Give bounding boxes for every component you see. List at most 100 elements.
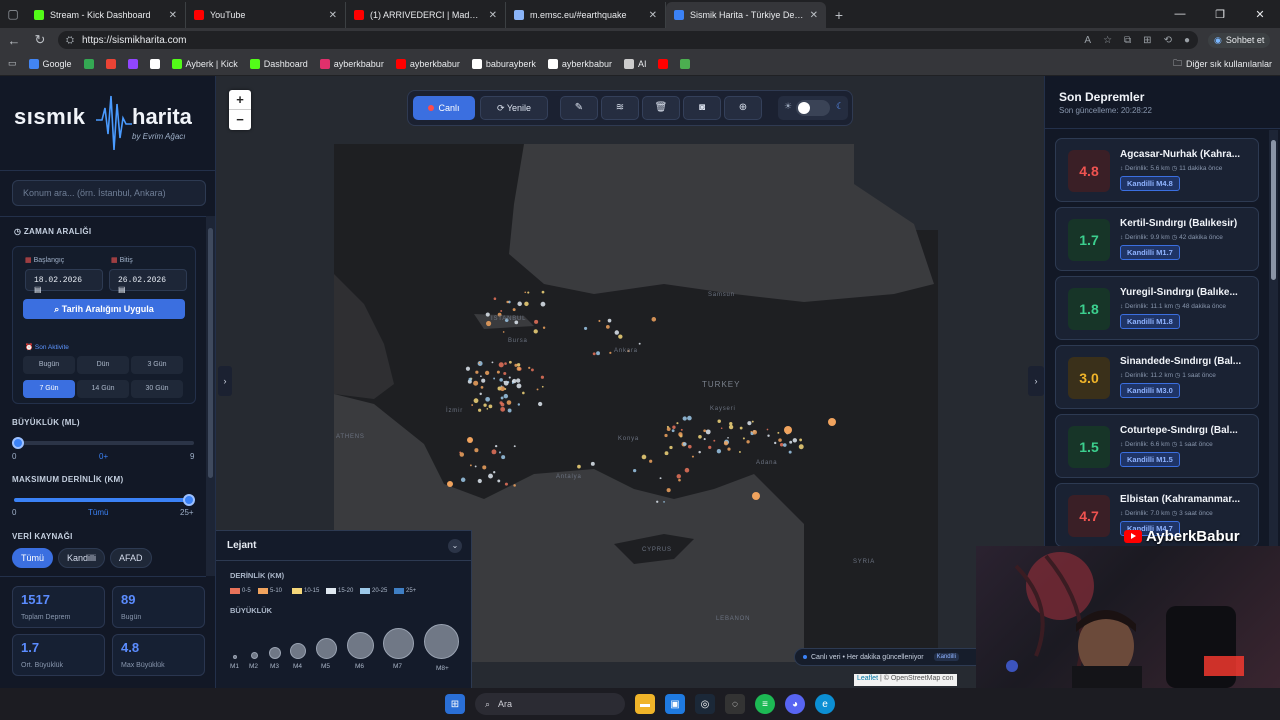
earthquake-marker[interactable]: [478, 408, 482, 412]
earthquake-marker[interactable]: [687, 444, 692, 449]
earthquake-marker[interactable]: [482, 465, 487, 470]
close-window-icon[interactable]: ✕: [1240, 0, 1280, 28]
source-badge[interactable]: Kandilli M1.7: [1120, 245, 1180, 260]
bookmark-item[interactable]: ayberkbabur: [547, 58, 612, 69]
earthquake-marker[interactable]: [727, 436, 729, 439]
tab-close-icon[interactable]: ✕: [489, 10, 497, 21]
photos-icon[interactable]: ▣: [665, 694, 685, 714]
earthquake-marker[interactable]: [607, 318, 612, 323]
earthquake-marker[interactable]: [666, 425, 669, 428]
quick-range-button[interactable]: 3 Gün: [131, 356, 183, 374]
earthquake-marker[interactable]: [678, 478, 681, 482]
earthquake-marker[interactable]: [664, 451, 669, 456]
earthquake-marker[interactable]: [465, 366, 471, 371]
earthquake-marker[interactable]: [792, 438, 798, 443]
earthquake-marker[interactable]: [729, 421, 733, 426]
data-source-option[interactable]: Kandilli: [58, 548, 106, 568]
earthquake-marker[interactable]: [542, 326, 546, 329]
earthquake-marker[interactable]: [698, 450, 701, 454]
earthquake-marker[interactable]: [676, 474, 682, 479]
earthquake-card[interactable]: 1.7 Kertil-Sındırgı (Balıkesir) ↕ Derinlik…: [1055, 207, 1259, 271]
extensions-icon[interactable]: ⧉: [1124, 35, 1131, 46]
quick-range-button[interactable]: Bugün: [23, 356, 75, 374]
earthquake-marker[interactable]: [516, 383, 522, 389]
bookmark-item[interactable]: ayberkbabur: [319, 58, 384, 69]
earthquake-card[interactable]: 4.8 Agcasar-Nurhak (Kahra... ↕ Derinlik: 5…: [1055, 138, 1259, 202]
bookmark-item[interactable]: [680, 58, 691, 69]
earthquake-marker[interactable]: [584, 326, 588, 330]
earthquake-marker[interactable]: [503, 380, 509, 386]
earthquake-marker[interactable]: [485, 312, 490, 317]
earthquake-marker[interactable]: [501, 455, 506, 460]
earthquake-marker[interactable]: [703, 438, 706, 441]
earthquake-marker[interactable]: [499, 378, 503, 382]
tab-close-icon[interactable]: ✕: [329, 10, 337, 21]
collapse-chevron-icon[interactable]: ⌄: [448, 539, 462, 553]
earthquake-marker[interactable]: [682, 416, 687, 421]
earthquake-marker[interactable]: [727, 447, 731, 451]
earthquake-marker[interactable]: [633, 468, 637, 473]
earthquake-marker[interactable]: [664, 433, 668, 438]
earthquake-marker[interactable]: [493, 471, 496, 474]
taskbar-search[interactable]: ⌕ Ara: [475, 693, 625, 715]
browser-tab[interactable]: (1) ARRIVEDERCI | Madara Olduk ✕: [346, 2, 506, 28]
maximize-icon[interactable]: ❐: [1200, 0, 1240, 28]
earthquake-marker[interactable]: [447, 481, 453, 487]
earthquake-marker[interactable]: [788, 450, 792, 454]
browser-tab[interactable]: YouTube ✕: [186, 2, 346, 28]
bookmark-item[interactable]: Dashboard: [249, 58, 308, 69]
earthquake-marker[interactable]: [513, 445, 516, 448]
earthquake-marker[interactable]: [473, 380, 479, 386]
reading-list-icon[interactable]: ▭: [8, 58, 17, 69]
tab-close-icon[interactable]: ✕: [169, 10, 177, 21]
earthquake-marker[interactable]: [656, 500, 659, 503]
earthquake-marker[interactable]: [500, 402, 505, 407]
earthquake-marker[interactable]: [498, 362, 504, 368]
earthquake-marker[interactable]: [739, 426, 743, 430]
bookmark-item[interactable]: Ayberk | Kick: [171, 58, 238, 69]
calendar-picker-icon[interactable]: ▤: [118, 286, 126, 295]
earthquake-marker[interactable]: [511, 382, 514, 385]
depth-slider-track[interactable]: [14, 498, 190, 502]
bookmark-item[interactable]: [105, 58, 116, 69]
earthquake-marker[interactable]: [484, 370, 490, 375]
quick-range-button[interactable]: 7 Gün: [23, 380, 75, 398]
source-badge[interactable]: Kandilli M1.8: [1120, 314, 1180, 329]
earthquake-marker[interactable]: [522, 391, 525, 395]
earthquake-marker[interactable]: [541, 385, 544, 388]
earthquake-marker[interactable]: [508, 360, 512, 364]
calendar-picker-icon[interactable]: ▤: [34, 286, 42, 295]
earthquake-marker[interactable]: [506, 300, 509, 304]
quick-range-button[interactable]: 14 Gün: [77, 380, 129, 398]
site-logo[interactable]: sısmık harita by Evrim Ağacı: [14, 90, 204, 160]
earthquake-marker[interactable]: [491, 361, 494, 364]
earthquake-marker[interactable]: [592, 352, 596, 356]
earthquake-marker[interactable]: [649, 459, 653, 463]
earthquake-marker[interactable]: [498, 451, 502, 454]
earthquake-marker[interactable]: [577, 464, 581, 469]
earthquake-marker[interactable]: [720, 427, 723, 430]
earthquake-marker[interactable]: [789, 440, 793, 444]
earthquake-marker[interactable]: [514, 363, 518, 367]
back-icon[interactable]: ←: [6, 33, 22, 48]
earthquake-marker[interactable]: [503, 393, 509, 399]
earthquake-marker[interactable]: [778, 438, 782, 442]
screenshot-button[interactable]: ◙: [683, 96, 721, 120]
favorite-icon[interactable]: ☆: [1103, 35, 1112, 46]
earthquake-marker[interactable]: [747, 421, 752, 426]
source-badge[interactable]: Kandilli M1.5: [1120, 452, 1180, 467]
discord-icon[interactable]: ◕: [785, 694, 805, 714]
recent-scrollbar[interactable]: [1269, 130, 1278, 550]
browser-tab[interactable]: m.emsc.eu/#earthquake ✕: [506, 2, 666, 28]
bookmark-item[interactable]: [658, 58, 669, 69]
earthquake-marker[interactable]: [516, 363, 521, 367]
earthquake-marker[interactable]: [708, 445, 712, 450]
earthquake-marker[interactable]: [524, 291, 527, 294]
earthquake-card[interactable]: 1.5 Coturtepe-Sındırgı (Bal... ↕ Derinlik:…: [1055, 414, 1259, 478]
earthquake-marker[interactable]: [513, 484, 516, 487]
earthquake-marker[interactable]: [473, 398, 479, 404]
earthquake-marker[interactable]: [713, 439, 716, 442]
earthquake-marker[interactable]: [752, 429, 758, 435]
new-tab-button[interactable]: +: [826, 2, 852, 28]
profile-icon[interactable]: ●: [1184, 35, 1190, 46]
